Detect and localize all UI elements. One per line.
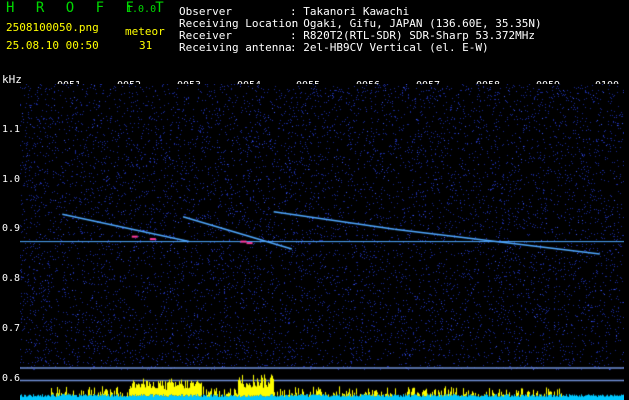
- file-name: 2508100050.png: [6, 21, 99, 34]
- frequency-unit-label: kHz: [2, 73, 22, 86]
- spectrogram-plot: [20, 84, 624, 400]
- meteor-count-value: 31: [139, 39, 153, 52]
- frequency-tick: 0.6: [2, 373, 21, 384]
- antenna-label: Receiving antenna: [179, 41, 292, 54]
- frequency-tick: 0.7: [2, 323, 21, 334]
- frequency-tick: 0.8: [2, 273, 21, 284]
- app-version: 1.0.0: [126, 4, 157, 15]
- capture-datetime: 25.08.10 00:50: [6, 39, 99, 52]
- frequency-tick: 0.9: [2, 223, 21, 234]
- frequency-tick: 1.0: [2, 174, 21, 185]
- frequency-tick: 1.1: [2, 124, 21, 135]
- antenna-value: : 2el-HB9CV Vertical (el. E-W): [290, 41, 489, 54]
- meteor-count-label: meteor: [125, 25, 165, 38]
